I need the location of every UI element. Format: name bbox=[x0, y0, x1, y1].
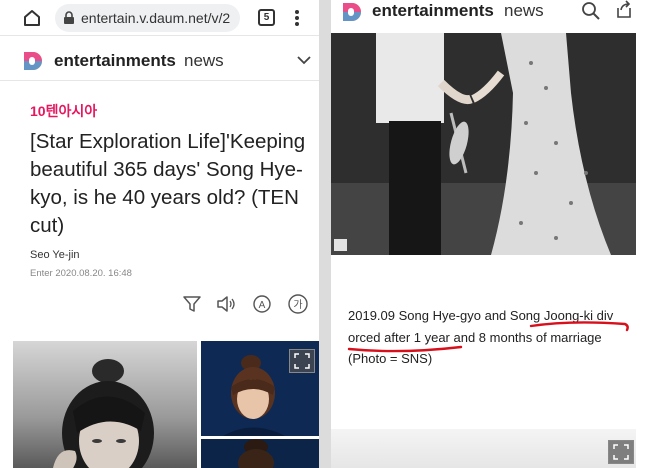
text-size-icon[interactable]: 가 bbox=[287, 293, 309, 315]
article-date: Enter 2020.08.20. 16:48 bbox=[30, 268, 132, 279]
section-name[interactable]: news bbox=[184, 51, 224, 71]
expand-photo-button[interactable] bbox=[608, 440, 634, 464]
home-icon[interactable] bbox=[22, 8, 42, 28]
more-options-icon[interactable] bbox=[294, 8, 300, 28]
article-photo-bottom[interactable] bbox=[331, 429, 636, 468]
lock-icon bbox=[64, 11, 74, 24]
red-underline-annotation bbox=[347, 321, 629, 353]
woman-portrait-image-2 bbox=[238, 439, 274, 468]
article-author[interactable]: Seo Ye-jin bbox=[30, 249, 80, 261]
site-header: entertainments news bbox=[0, 41, 319, 81]
svg-text:A: A bbox=[259, 300, 266, 311]
right-screenshot: entertainments news 2019.09 Song Hye-gyo… bbox=[331, 0, 650, 468]
expand-photo-button[interactable] bbox=[289, 349, 315, 373]
woman-portrait-image bbox=[53, 359, 154, 468]
address-bar[interactable]: entertain.v.daum.net/v/2 bbox=[55, 4, 240, 32]
left-screenshot: entertain.v.daum.net/v/2 5 entertainment… bbox=[0, 0, 319, 468]
svg-text:가: 가 bbox=[293, 299, 302, 311]
url-text: entertain.v.daum.net/v/2 bbox=[81, 10, 231, 26]
article-headline: [Star Exploration Life]'Keeping beautifu… bbox=[30, 130, 306, 237]
article-photo-main[interactable] bbox=[13, 341, 197, 468]
fullscreen-icon bbox=[294, 353, 310, 369]
daum-logo-icon[interactable] bbox=[22, 50, 44, 72]
speaker-icon[interactable] bbox=[215, 293, 237, 315]
translate-icon[interactable]: A bbox=[251, 293, 273, 315]
tab-switcher-button[interactable]: 5 bbox=[258, 9, 275, 26]
article-photo-side[interactable] bbox=[201, 341, 319, 436]
article-photo-side-2[interactable] bbox=[201, 439, 319, 468]
fullscreen-icon bbox=[613, 444, 629, 460]
chevron-down-icon[interactable] bbox=[296, 54, 312, 66]
publisher-logo[interactable]: 10텐아시아 bbox=[30, 101, 97, 121]
filter-icon[interactable] bbox=[181, 293, 203, 315]
browser-toolbar: entertain.v.daum.net/v/2 5 bbox=[0, 0, 319, 36]
brand-name[interactable]: entertainments bbox=[54, 51, 176, 71]
